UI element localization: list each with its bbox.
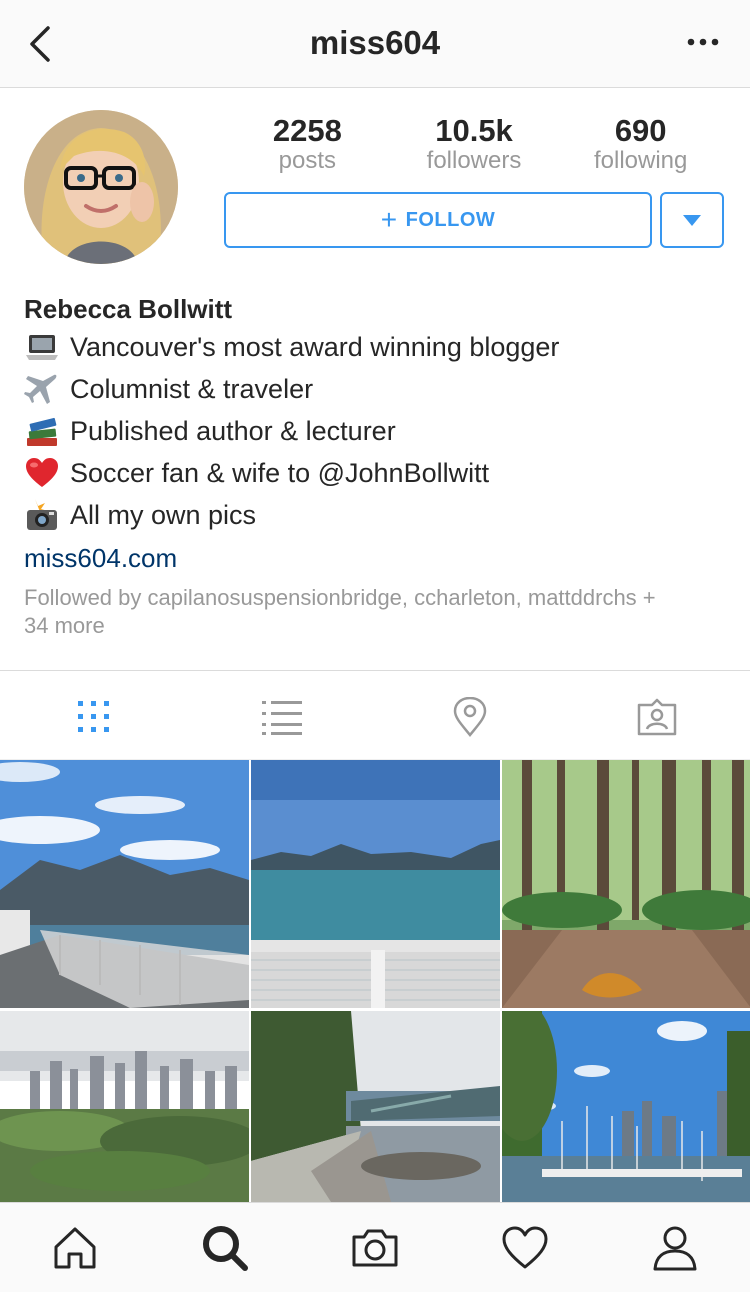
profile-icon[interactable] xyxy=(650,1223,700,1273)
profile-name: Rebecca Bollwitt xyxy=(24,294,233,324)
location-pin-icon[interactable] xyxy=(450,697,490,737)
bottom-navigation-bar xyxy=(0,1202,750,1292)
profile-stats: 2258 posts 10.5k followers 690 following xyxy=(224,114,724,174)
followers-label: followers xyxy=(426,147,522,174)
bio-line: Published author & lecturer xyxy=(24,410,724,452)
top-navigation-bar: miss604 xyxy=(0,0,750,88)
website-link[interactable]: miss604.com xyxy=(24,536,724,580)
heart-icon[interactable] xyxy=(500,1223,550,1273)
bio-line: Columnist & traveler xyxy=(24,368,724,410)
home-icon[interactable] xyxy=(50,1223,100,1273)
camera-icon[interactable] xyxy=(350,1223,400,1273)
laptop-emoji-icon xyxy=(26,335,58,360)
bio-line: Soccer fan & wife to @JohnBollwitt xyxy=(24,452,724,494)
photo-thumbnail[interactable] xyxy=(502,760,750,1008)
heart-emoji-icon xyxy=(26,458,58,487)
followers-count: 10.5k xyxy=(435,113,513,148)
following-count: 690 xyxy=(614,113,667,148)
bio-line: Vancouver's most award winning blogger xyxy=(24,326,724,368)
bio-line-text: Published author & lecturer xyxy=(70,416,396,446)
profile-avatar[interactable] xyxy=(24,110,178,264)
page-title: miss604 xyxy=(309,24,441,61)
profile-view-tabs xyxy=(0,670,750,760)
following-stat[interactable]: 690 following xyxy=(557,114,724,174)
posts-label: posts xyxy=(278,147,337,174)
following-label: following xyxy=(593,147,688,174)
chevron-down-icon xyxy=(683,214,701,226)
photo-thumbnail[interactable] xyxy=(0,760,249,1008)
list-view-icon[interactable] xyxy=(262,697,302,737)
bio-line-text: Vancouver's most award winning blogger xyxy=(70,332,560,362)
bio-line: All my own pics xyxy=(24,494,724,536)
follow-button-label: FOLLOW xyxy=(405,208,496,231)
followers-stat[interactable]: 10.5k followers xyxy=(391,114,558,174)
profile-bio: Rebecca Bollwitt Vancouver's most award … xyxy=(24,292,724,640)
grid-view-icon[interactable] xyxy=(74,697,114,737)
posts-stat[interactable]: 2258 posts xyxy=(224,114,391,174)
followed-by-text[interactable]: Followed by capilanosuspensionbridge, cc… xyxy=(24,584,664,640)
photo-thumbnail[interactable] xyxy=(251,760,500,1008)
bio-line-text: Columnist & traveler xyxy=(70,374,314,404)
suggested-accounts-dropdown-button[interactable] xyxy=(660,192,724,248)
books-emoji-icon xyxy=(27,417,57,446)
tagged-photos-icon[interactable] xyxy=(637,697,677,737)
airplane-emoji-icon xyxy=(24,374,57,404)
posts-count: 2258 xyxy=(272,113,342,148)
photo-grid xyxy=(0,760,750,1202)
search-icon[interactable] xyxy=(200,1223,250,1273)
camera-flash-emoji-icon xyxy=(27,499,57,530)
more-options-icon[interactable] xyxy=(686,30,720,54)
bio-line-text: All my own pics xyxy=(70,500,257,530)
plus-icon: + xyxy=(380,204,398,235)
follow-button[interactable]: + FOLLOW xyxy=(224,192,652,248)
bio-line-text: Soccer fan & wife to @JohnBollwitt xyxy=(70,458,490,488)
